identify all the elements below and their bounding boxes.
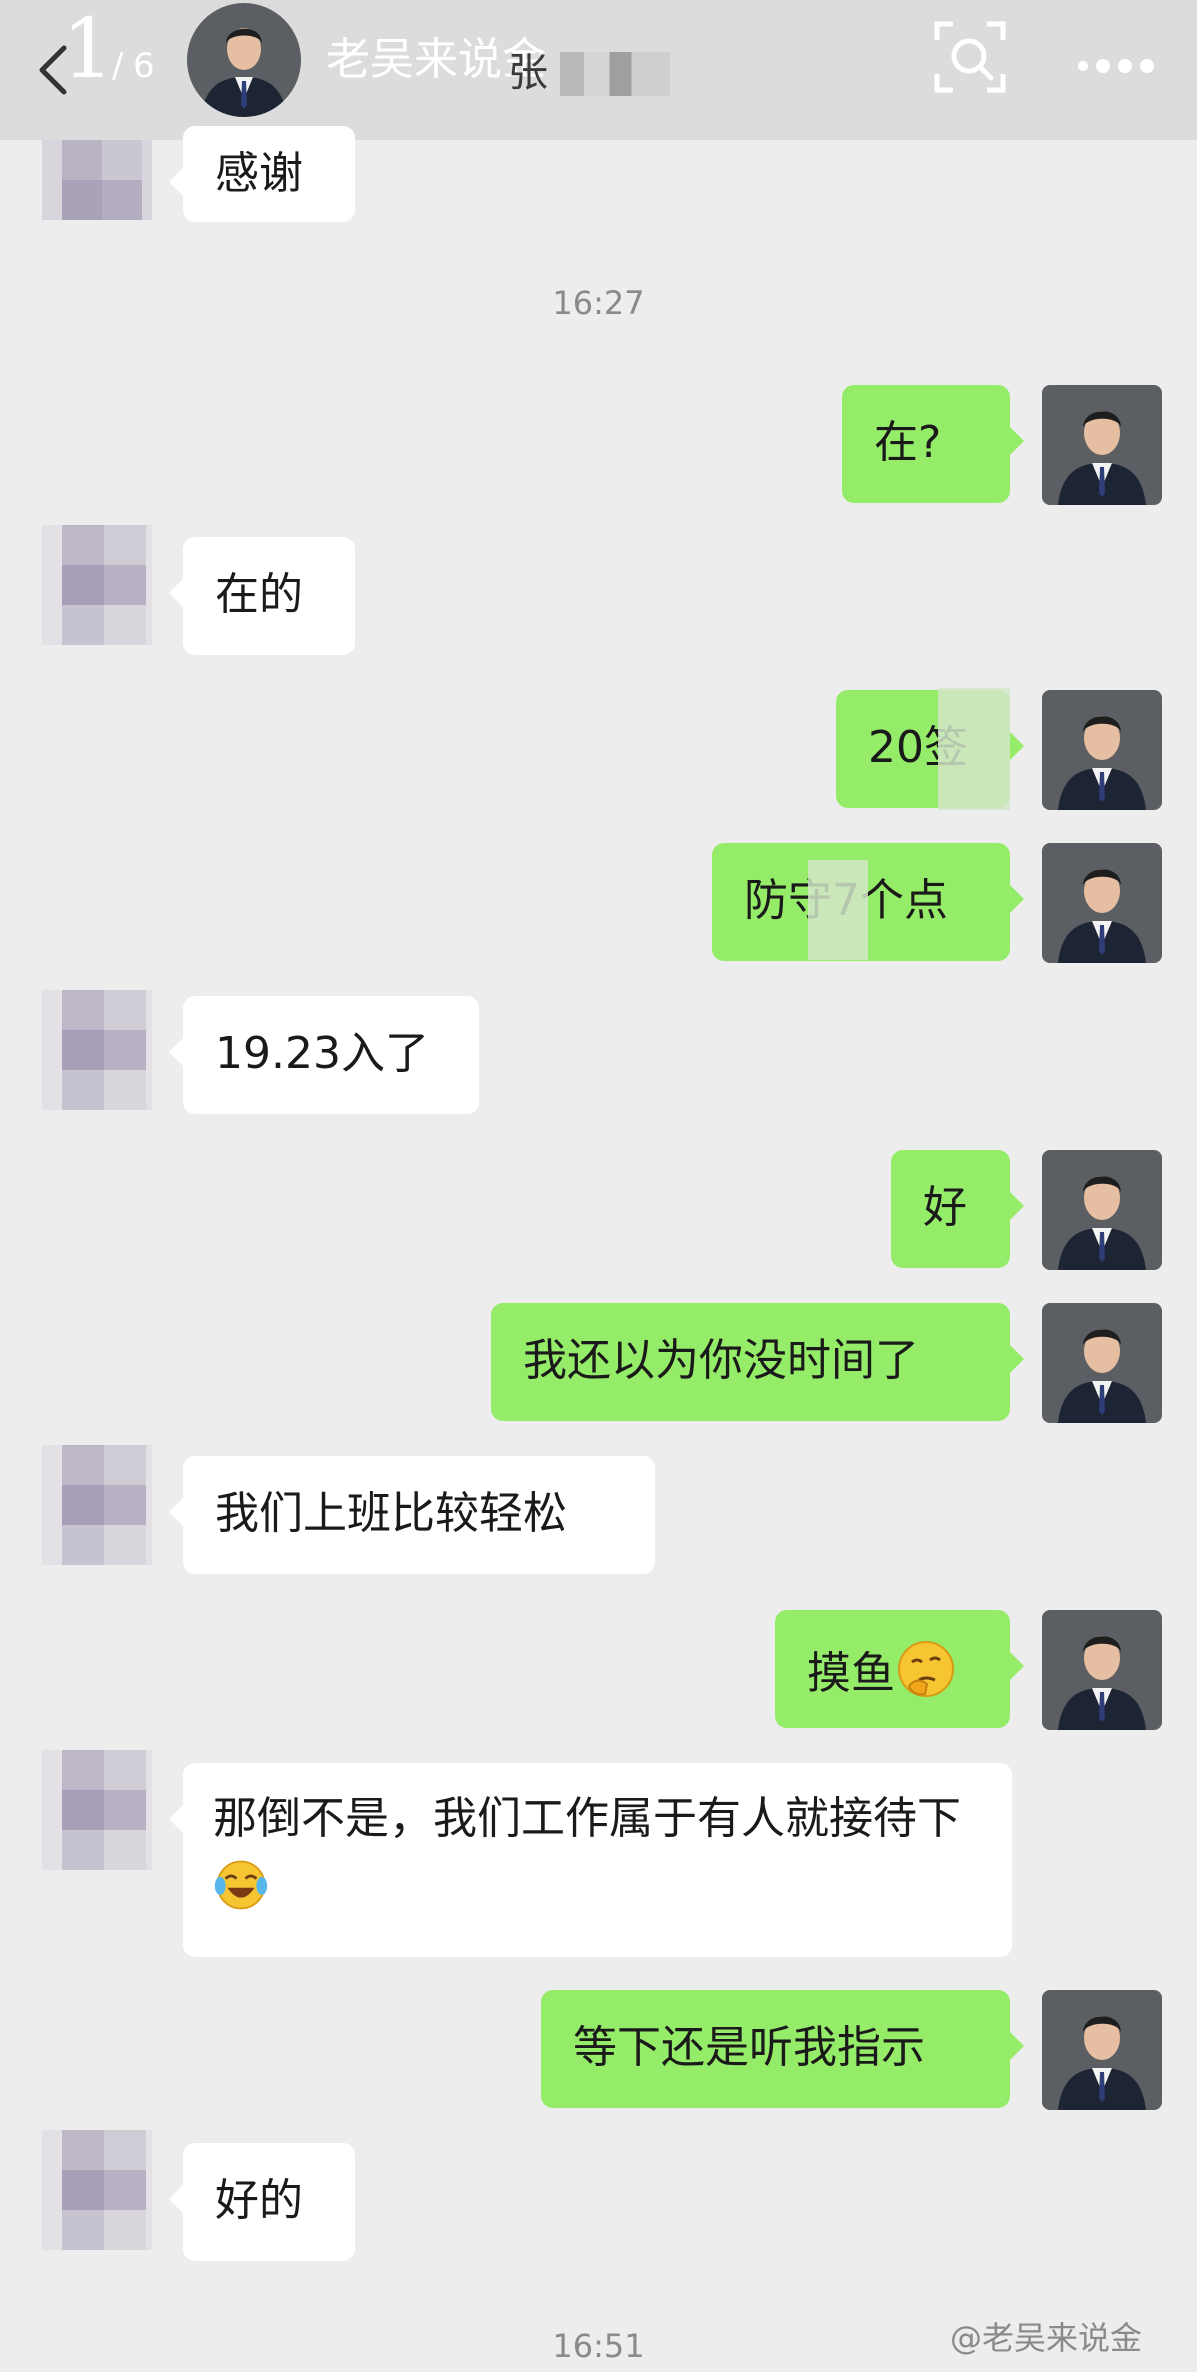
message-incoming[interactable]: 19.23入了 — [169, 996, 479, 1114]
contact-name: 张 — [508, 50, 548, 96]
chat-header: 1 / 6 老吴来说金 张 — [0, 0, 1197, 140]
my-avatar[interactable] — [1042, 690, 1162, 810]
page-indicator-total: 6 — [133, 46, 155, 86]
tears-of-joy-icon — [214, 1860, 268, 1910]
page-indicator-separator: / — [112, 46, 124, 86]
message-outgoing[interactable]: 摸鱼 — [775, 1610, 1024, 1728]
message-incoming[interactable]: 好的 — [169, 2143, 355, 2261]
my-avatar[interactable] — [1042, 1303, 1162, 1423]
timestamp: 16:27 — [552, 284, 645, 322]
message-outgoing[interactable]: 好 — [891, 1150, 1024, 1268]
message-outgoing[interactable]: 等下还是听我指示 — [541, 1990, 1024, 2108]
my-avatar[interactable] — [1042, 385, 1162, 505]
my-avatar[interactable] — [1042, 1610, 1162, 1730]
message-incoming[interactable]: 感谢 — [169, 126, 355, 222]
contact-avatar-blurred[interactable] — [42, 1750, 152, 1870]
scan-icon[interactable] — [933, 20, 1007, 94]
mosaic-patch — [938, 688, 1010, 810]
my-avatar[interactable] — [1042, 843, 1162, 963]
my-avatar[interactable] — [1042, 1990, 1162, 2110]
more-options-icon[interactable] — [1073, 46, 1163, 86]
mosaic-patch — [808, 860, 868, 960]
thinking-face-icon — [898, 1641, 954, 1697]
contact-avatar-blurred[interactable] — [42, 525, 152, 645]
contact-name-mosaic — [560, 52, 670, 96]
message-outgoing[interactable]: 在? — [842, 385, 1024, 503]
contact-avatar-blurred[interactable] — [42, 2130, 152, 2250]
message-incoming[interactable]: 我们上班比较轻松 — [169, 1456, 655, 1574]
message-text: 那倒不是，我们工作属于有人就接待下 — [213, 1793, 961, 1844]
page-indicator-current: 1 — [62, 2, 115, 97]
contact-avatar-blurred[interactable] — [42, 1445, 152, 1565]
message-outgoing[interactable]: 我还以为你没时间了 — [491, 1303, 1024, 1421]
message-incoming[interactable]: 在的 — [169, 537, 355, 655]
account-avatar[interactable] — [187, 3, 301, 117]
weibo-watermark: @老吴来说金 — [950, 2319, 1143, 2357]
contact-avatar-blurred[interactable] — [42, 990, 152, 1110]
message-text: 摸鱼 — [807, 1648, 895, 1699]
my-avatar[interactable] — [1042, 1150, 1162, 1270]
contact-avatar-blurred[interactable] — [42, 140, 152, 220]
message-incoming[interactable]: 那倒不是，我们工作属于有人就接待下 — [169, 1763, 1012, 1957]
